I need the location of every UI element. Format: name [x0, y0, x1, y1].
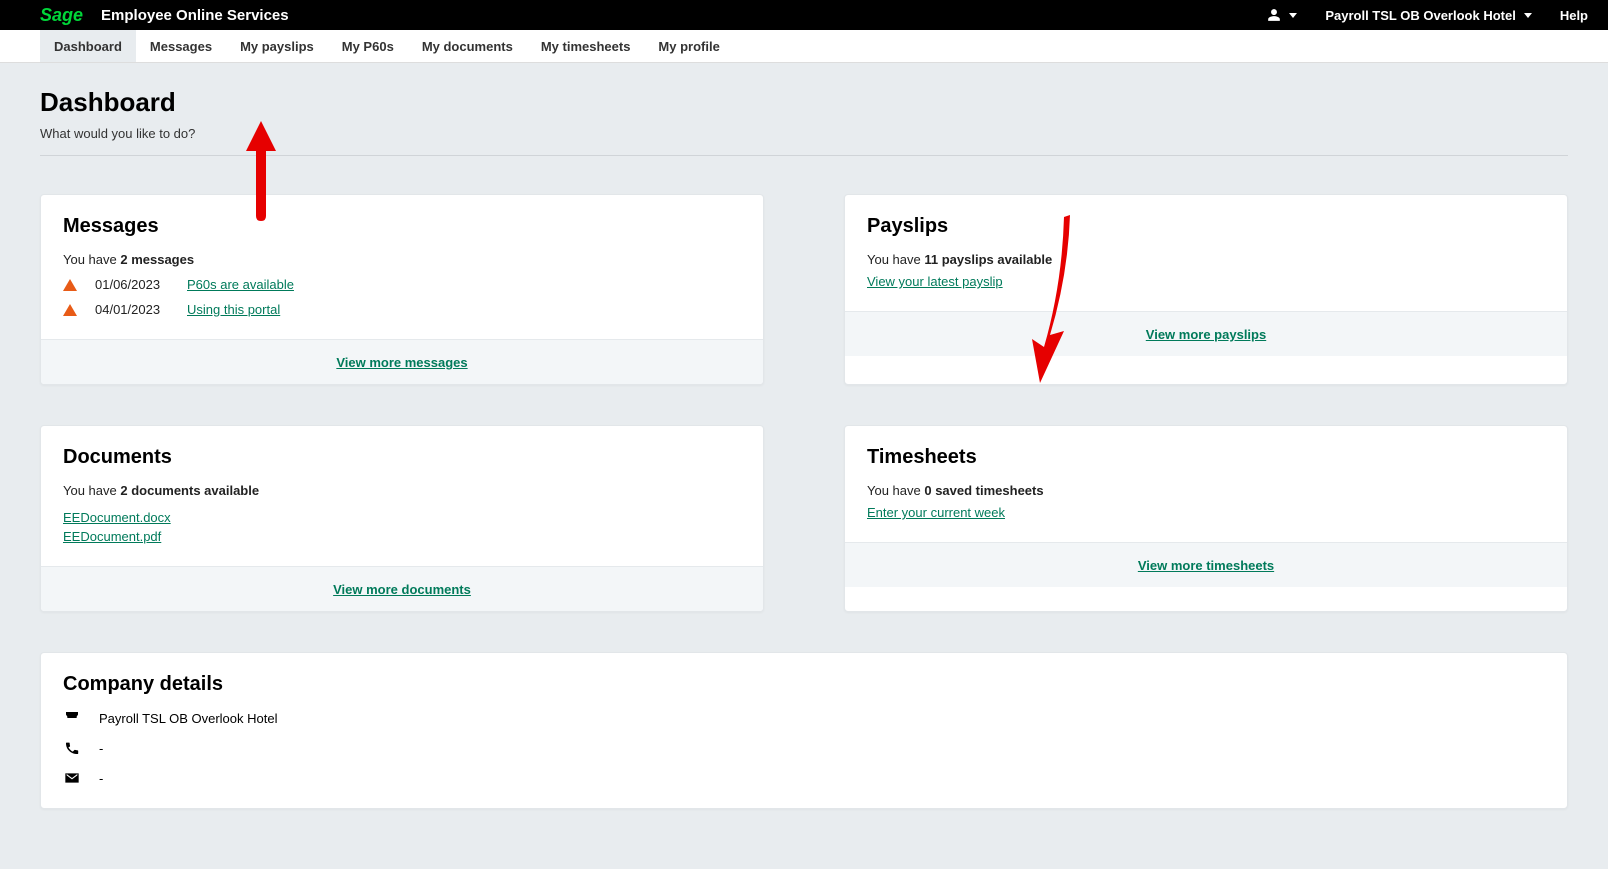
message-row: 04/01/2023 Using this portal [63, 302, 741, 317]
view-more-timesheets-link[interactable]: View more timesheets [1138, 558, 1274, 573]
help-link[interactable]: Help [1560, 8, 1588, 23]
documents-count-line: You have 2 documents available [63, 483, 741, 498]
payslips-count-line: You have 11 payslips available [867, 252, 1545, 267]
tab-p60s[interactable]: My P60s [328, 30, 408, 62]
tab-payslips[interactable]: My payslips [226, 30, 328, 62]
payslips-card: Payslips You have 11 payslips available … [844, 194, 1568, 385]
divider [40, 155, 1568, 156]
timesheets-title: Timesheets [867, 446, 1545, 469]
caret-down-icon [1289, 13, 1297, 18]
view-more-messages-link[interactable]: View more messages [336, 355, 467, 370]
company-phone-row: - [63, 740, 1545, 756]
company-dropdown[interactable]: Payroll TSL OB Overlook Hotel [1325, 8, 1531, 23]
company-phone: - [99, 741, 103, 756]
company-email: - [99, 771, 103, 786]
topbar: Sage Employee Online Services Payroll TS… [0, 0, 1608, 30]
warning-icon [63, 279, 77, 291]
page-title: Dashboard [40, 87, 1568, 118]
tab-timesheets[interactable]: My timesheets [527, 30, 645, 62]
page-subtitle: What would you like to do? [40, 126, 1568, 141]
messages-count-line: You have 2 messages [63, 252, 741, 267]
message-date: 04/01/2023 [95, 302, 169, 317]
brand-logo: Sage [40, 5, 83, 26]
company-name: Payroll TSL OB Overlook Hotel [99, 711, 277, 726]
message-link[interactable]: Using this portal [187, 302, 280, 317]
page-content: Dashboard What would you like to do? Mes… [0, 63, 1608, 869]
user-icon [1267, 8, 1281, 22]
company-details-title: Company details [63, 673, 1545, 696]
tab-messages[interactable]: Messages [136, 30, 226, 62]
company-email-row: - [63, 770, 1545, 786]
message-date: 01/06/2023 [95, 277, 169, 292]
tab-dashboard[interactable]: Dashboard [40, 30, 136, 62]
document-link[interactable]: EEDocument.pdf [63, 529, 741, 544]
warning-icon [63, 304, 77, 316]
message-row: 01/06/2023 P60s are available [63, 277, 741, 292]
app-title: Employee Online Services [101, 7, 289, 24]
message-link[interactable]: P60s are available [187, 277, 294, 292]
messages-title: Messages [63, 215, 741, 238]
tab-profile[interactable]: My profile [644, 30, 733, 62]
view-more-payslips-link[interactable]: View more payslips [1146, 327, 1266, 342]
mail-icon [63, 770, 81, 786]
tab-documents[interactable]: My documents [408, 30, 527, 62]
latest-payslip-link[interactable]: View your latest payslip [867, 274, 1003, 289]
company-details-card: Company details Payroll TSL OB Overlook … [40, 652, 1568, 809]
document-link[interactable]: EEDocument.docx [63, 510, 741, 525]
view-more-documents-link[interactable]: View more documents [333, 582, 471, 597]
timesheets-card: Timesheets You have 0 saved timesheets E… [844, 425, 1568, 612]
messages-card: Messages You have 2 messages 01/06/2023 … [40, 194, 764, 385]
phone-icon [63, 740, 81, 756]
payslips-title: Payslips [867, 215, 1545, 238]
company-name-row: Payroll TSL OB Overlook Hotel [63, 710, 1545, 726]
documents-title: Documents [63, 446, 741, 469]
documents-card: Documents You have 2 documents available… [40, 425, 764, 612]
timesheets-count-line: You have 0 saved timesheets [867, 483, 1545, 498]
company-label: Payroll TSL OB Overlook Hotel [1325, 8, 1515, 23]
store-icon [63, 710, 81, 726]
enter-week-link[interactable]: Enter your current week [867, 505, 1005, 520]
tab-bar: Dashboard Messages My payslips My P60s M… [0, 30, 1608, 63]
caret-down-icon [1524, 13, 1532, 18]
user-menu[interactable] [1267, 8, 1297, 22]
